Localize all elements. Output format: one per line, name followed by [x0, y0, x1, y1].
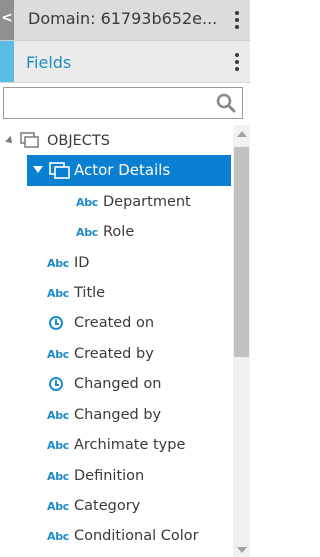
item-label: Changed by: [74, 407, 162, 423]
fields-title: Fields: [26, 53, 72, 72]
text-icon: Abc: [47, 257, 70, 270]
item-label: Title: [74, 285, 106, 301]
child-label: Role: [103, 224, 135, 240]
collapse-arrow-icon[interactable]: [5, 136, 15, 146]
tree-root-label: OBJECTS: [47, 133, 110, 149]
item-label: ID: [74, 255, 90, 271]
back-button[interactable]: <: [0, 0, 14, 40]
text-icon: Abc: [76, 226, 99, 239]
item-label: Changed on: [74, 376, 162, 392]
fields-accent: [0, 41, 14, 82]
text-icon: Abc: [47, 500, 70, 513]
item-label: Created by: [74, 346, 154, 362]
text-icon: Abc: [47, 439, 70, 452]
clock-icon: [49, 316, 63, 330]
search-box[interactable]: [3, 87, 243, 119]
item-label: Definition: [74, 468, 145, 484]
folder-icon: [20, 132, 39, 148]
search-input[interactable]: [10, 92, 214, 116]
scroll-down-arrow-icon[interactable]: [237, 547, 247, 553]
header-menu-icon[interactable]: [235, 11, 239, 29]
item-label: Created on: [74, 315, 155, 331]
item-label: Category: [74, 498, 141, 514]
search-icon[interactable]: [216, 93, 236, 113]
folder-icon: [49, 162, 70, 179]
text-icon: Abc: [47, 470, 70, 483]
tree-item-actor-details[interactable]: Actor Details: [27, 155, 231, 186]
fields-menu-icon[interactable]: [235, 53, 239, 71]
item-label: Archimate type: [74, 437, 186, 453]
domain-title: Domain: 61793b652e...: [28, 9, 218, 28]
text-icon: Abc: [76, 196, 99, 209]
child-label: Department: [103, 194, 191, 210]
text-icon: Abc: [47, 530, 70, 543]
fields-bar: Fields: [0, 41, 250, 83]
text-icon: Abc: [47, 287, 70, 300]
text-icon: Abc: [47, 409, 70, 422]
item-label: Conditional Color: [74, 528, 199, 544]
scrollbar-thumb[interactable]: [234, 147, 249, 357]
text-icon: Abc: [47, 348, 70, 361]
scroll-up-arrow-icon[interactable]: [237, 131, 247, 137]
selected-label: Actor Details: [74, 161, 171, 179]
clock-icon: [49, 377, 63, 391]
expand-arrow-icon[interactable]: [32, 165, 44, 175]
domain-header: < Domain: 61793b652e...: [0, 0, 250, 41]
